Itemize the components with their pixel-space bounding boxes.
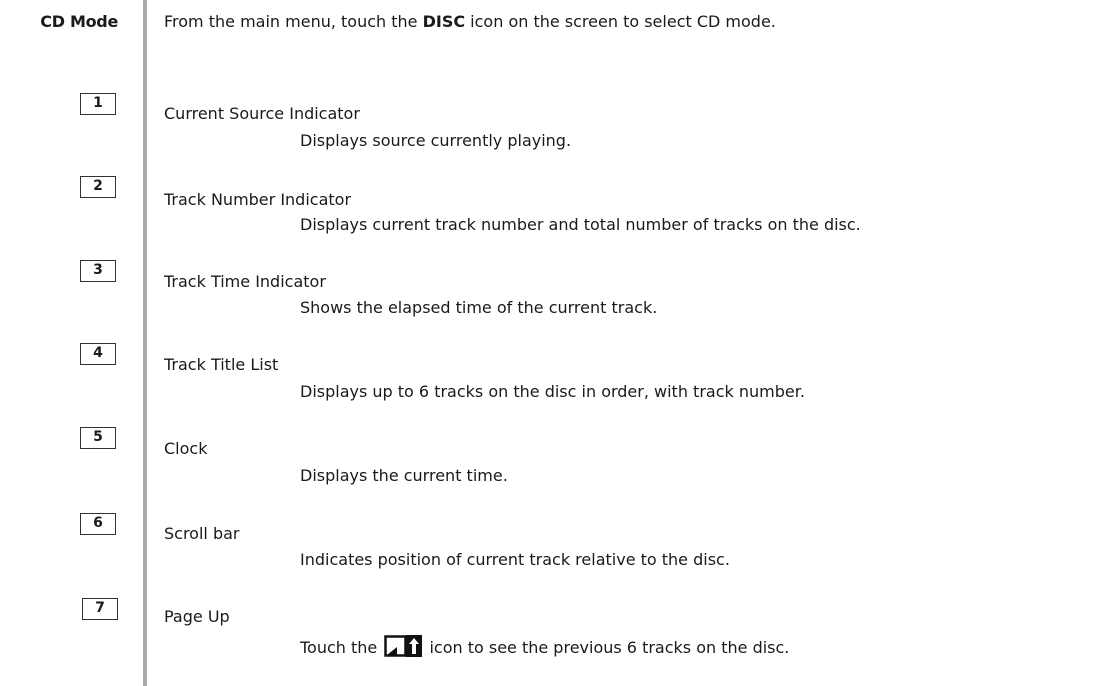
intro-text: From the main menu, touch the DISC icon …: [164, 12, 776, 31]
section-label: CD Mode: [40, 12, 118, 31]
item-number-7: 7: [82, 598, 118, 620]
item-number-3: 3: [80, 260, 116, 282]
item-desc-1: Displays source currently playing.: [300, 131, 572, 150]
vertical-rule: [143, 0, 147, 686]
item-desc-4: Displays up to 6 tracks on the disc in o…: [300, 382, 805, 401]
item-term-7: Page Up: [164, 607, 230, 626]
item-desc-5: Displays the current time.: [300, 466, 508, 485]
item-number-4: 4: [80, 343, 116, 365]
item-desc-2: Displays current track number and total …: [300, 215, 861, 234]
item-desc-6: Indicates position of current track rela…: [300, 550, 730, 569]
item-desc-3: Shows the elapsed time of the current tr…: [300, 298, 658, 317]
intro-before: From the main menu, touch the: [164, 12, 423, 31]
intro-after: icon on the screen to select CD mode.: [465, 12, 776, 31]
page-up-icon: [384, 635, 423, 657]
item-desc-7-after: icon to see the previous 6 tracks on the…: [424, 638, 790, 657]
item-term-4: Track Title List: [164, 355, 279, 374]
item-number-1: 1: [80, 93, 116, 115]
item-term-2: Track Number Indicator: [164, 190, 352, 209]
item-term-1: Current Source Indicator: [164, 104, 360, 123]
item-number-6: 6: [80, 513, 116, 535]
item-desc-7: Touch the icon to see the previous 6 tra…: [300, 635, 789, 657]
item-term-6: Scroll bar: [164, 524, 240, 543]
item-term-5: Clock: [164, 439, 208, 458]
intro-disc-keyword: DISC: [422, 12, 466, 31]
item-desc-7-before: Touch the: [300, 638, 383, 657]
item-number-2: 2: [80, 176, 116, 198]
item-term-3: Track Time Indicator: [164, 272, 326, 291]
item-number-5: 5: [80, 427, 116, 449]
